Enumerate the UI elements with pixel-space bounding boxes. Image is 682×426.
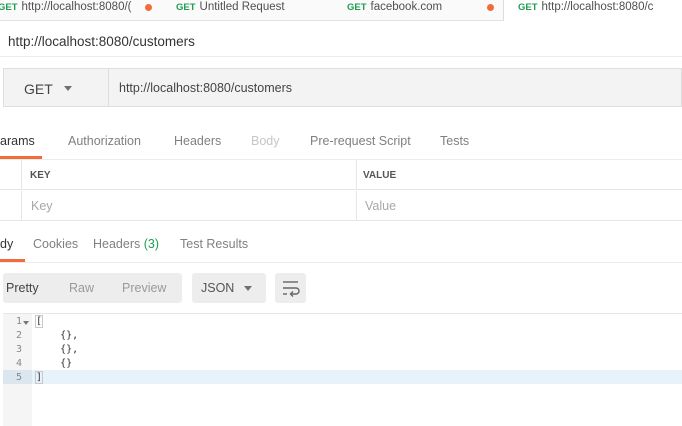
unsaved-dot-icon <box>487 4 494 11</box>
tab-pre-request-script[interactable]: Pre-request Script <box>310 134 411 148</box>
checkbox-column <box>0 160 22 189</box>
fold-arrow-icon[interactable] <box>23 321 29 325</box>
key-column-header: KEY <box>30 170 51 181</box>
language-select[interactable]: JSON <box>192 273 266 303</box>
tab-method: GET <box>176 2 196 13</box>
tab-label: Headers <box>93 237 141 251</box>
tab-label: http://localhost:8080/( <box>21 1 132 13</box>
tab-headers[interactable]: Headers <box>174 134 221 148</box>
tab-response-headers[interactable]: Headers (3) <box>93 237 159 251</box>
chevron-down-icon <box>244 286 252 291</box>
unsaved-dot-icon <box>145 4 152 11</box>
request-tab-3[interactable]: GET facebook.com <box>333 0 504 20</box>
tab-label: Untitled Request <box>199 1 285 13</box>
request-title[interactable]: http://localhost:8080/customers <box>8 34 195 49</box>
line-number: 4 <box>15 358 22 369</box>
code-line: [ <box>34 315 44 328</box>
method-value: GET <box>24 81 53 97</box>
tab-tests[interactable]: Tests <box>440 134 469 148</box>
active-tab-indicator <box>0 156 42 159</box>
request-tab-2[interactable]: GET Untitled Request <box>162 0 334 20</box>
wrap-lines-icon <box>283 281 300 297</box>
method-select[interactable]: GET <box>4 69 109 106</box>
language-value: JSON <box>201 281 235 295</box>
table-row: Key Value <box>0 191 682 221</box>
request-tab-4[interactable]: GET http://localhost:8080/c <box>504 0 682 21</box>
url-bar: GET http://localhost:8080/customers <box>3 68 682 107</box>
tab-label: facebook.com <box>370 1 443 13</box>
request-tabs: arams Authorization Headers Body Pre-req… <box>0 119 682 160</box>
request-tab-1[interactable]: GEThttp://localhost:8080/( <box>0 0 163 20</box>
request-tab-strip: GEThttp://localhost:8080/( GETUntitled R… <box>0 0 682 21</box>
active-tab-indicator <box>0 259 25 262</box>
code-line: {} <box>36 358 73 369</box>
format-toggle-group: Pretty Raw Preview <box>3 273 182 303</box>
value-input[interactable]: Value <box>365 199 396 213</box>
line-number: 3 <box>15 344 22 355</box>
chevron-down-icon <box>64 86 72 91</box>
tab-method: GET <box>347 2 367 13</box>
table-header-row: KEY VALUE <box>0 160 682 190</box>
raw-button[interactable]: Raw <box>69 281 94 295</box>
tab-test-results[interactable]: Test Results <box>180 237 248 251</box>
active-line-highlight <box>32 370 682 384</box>
line-number: 1 <box>15 316 22 327</box>
key-input[interactable]: Key <box>31 199 53 213</box>
tab-authorization[interactable]: Authorization <box>68 134 141 148</box>
tab-method: GET <box>0 2 18 13</box>
line-number: 2 <box>15 330 22 341</box>
preview-button[interactable]: Preview <box>122 281 166 295</box>
tab-body[interactable]: Body <box>251 134 280 148</box>
code-line: {}, <box>36 330 79 341</box>
tab-cookies[interactable]: Cookies <box>33 237 78 251</box>
code-line: {}, <box>36 344 79 355</box>
tab-params[interactable]: arams <box>0 134 35 148</box>
tab-method: GET <box>518 2 538 13</box>
row-checkbox[interactable] <box>0 191 22 220</box>
code-line: ] <box>34 371 44 384</box>
response-body-editor[interactable]: 1 2 3 4 5 [ {}, {}, {} ] <box>3 313 682 426</box>
pretty-button[interactable]: Pretty <box>6 281 39 295</box>
column-divider <box>356 191 357 220</box>
response-tabs: dy Cookies Headers (3) Test Results <box>0 221 682 263</box>
value-column-header: VALUE <box>363 170 397 181</box>
divider <box>0 56 682 57</box>
url-input[interactable]: http://localhost:8080/customers <box>119 81 292 95</box>
params-table: KEY VALUE Key Value <box>0 160 682 221</box>
tab-label: http://localhost:8080/c <box>541 1 654 13</box>
wrap-lines-button[interactable] <box>275 273 306 303</box>
headers-count-badge: (3) <box>143 237 160 251</box>
tab-response-body[interactable]: dy <box>0 237 13 251</box>
line-number: 5 <box>15 372 22 383</box>
column-divider <box>356 160 357 189</box>
